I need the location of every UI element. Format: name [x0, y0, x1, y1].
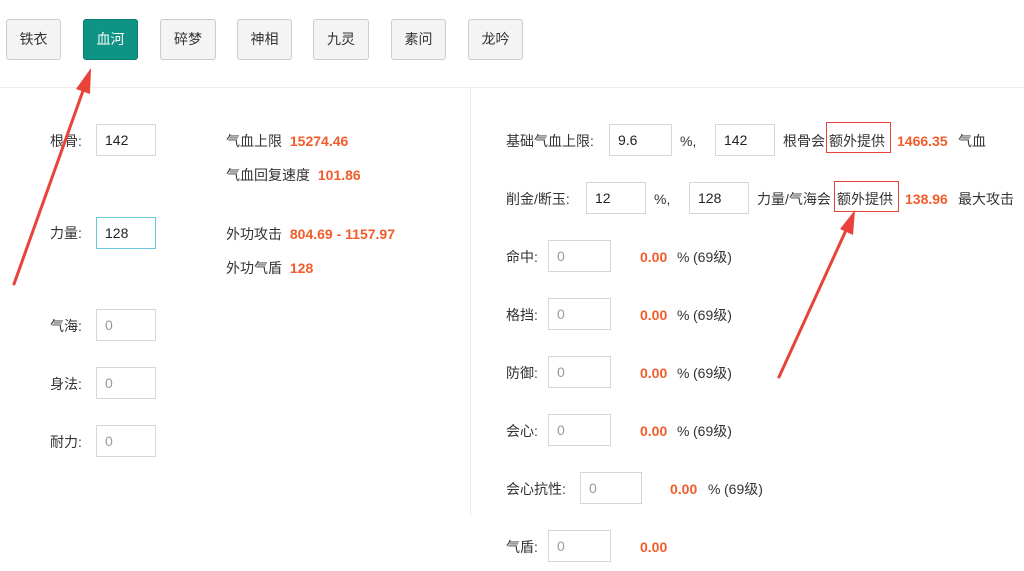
column-divider: [470, 88, 471, 516]
gedang-unit: %: [677, 307, 690, 323]
qixue-shangxian-row: 气血上限 15274.46: [226, 131, 348, 151]
huixin-label: 会心:: [506, 423, 538, 439]
mingzhong-value: 0.00: [640, 249, 668, 265]
tab-suwen[interactable]: 素问: [391, 19, 446, 60]
annotation-box-2: [834, 181, 899, 212]
huixin-level: (69级): [693, 423, 732, 439]
xuejin-duanyu-percent-input[interactable]: [586, 182, 646, 214]
waigong-gongji-value: 804.69 - 1157.97: [289, 226, 395, 242]
row2-text-before: 力量/气海会: [757, 191, 831, 207]
row2-value: 138.96: [905, 191, 948, 207]
xuejin-duanyu-liliang-input[interactable]: [689, 182, 749, 214]
qidun-label: 气盾:: [506, 539, 538, 555]
waigong-gongji-label: 外功攻击: [226, 226, 282, 242]
page: 铁衣 血河 碎梦 神相 九灵 素问 龙吟 根骨: 力量: 气海: 身法: 耐力:…: [0, 0, 1024, 571]
huixin-kangxing-level: (69级): [724, 481, 763, 497]
arrow-to-extra-box: [777, 210, 855, 379]
mingzhong-input[interactable]: [548, 240, 611, 272]
jichu-qixue-percent-input[interactable]: [609, 124, 672, 156]
waigong-qidun-row: 外功气盾 128: [226, 258, 313, 278]
qixue-huifu-label: 气血回复速度: [226, 167, 310, 183]
qixue-huifu-value: 101.86: [317, 167, 361, 183]
fangyu-value: 0.00: [640, 365, 668, 381]
gengu-input[interactable]: [96, 124, 156, 156]
gedang-level: (69级): [693, 307, 732, 323]
qixue-shangxian-value: 15274.46: [289, 133, 349, 149]
waigong-qidun-label: 外功气盾: [226, 260, 282, 276]
header-divider: [0, 87, 1024, 88]
fangyu-unit: %: [677, 365, 690, 381]
row1-value: 1466.35: [897, 133, 948, 149]
huixin-unit: %: [677, 423, 690, 439]
mingzhong-level: (69级): [693, 249, 732, 265]
liliang-label: 力量:: [50, 225, 82, 241]
fangyu-label: 防御:: [506, 365, 538, 381]
fangyu-input[interactable]: [548, 356, 611, 388]
waigong-qidun-value: 128: [289, 260, 314, 276]
jichu-qixue-label: 基础气血上限:: [506, 133, 594, 149]
gedang-input[interactable]: [548, 298, 611, 330]
qihai-label: 气海:: [50, 318, 82, 334]
gedang-value: 0.00: [640, 307, 668, 323]
huixin-value: 0.00: [640, 423, 668, 439]
shenfa-input[interactable]: [96, 367, 156, 399]
tab-xuehe[interactable]: 血河: [83, 19, 138, 60]
shenfa-label: 身法:: [50, 376, 82, 392]
jichu-qixue-unit: %,: [680, 133, 697, 149]
qihai-input[interactable]: [96, 309, 156, 341]
jichu-qixue-gengu-input[interactable]: [715, 124, 775, 156]
huixin-kangxing-input[interactable]: [580, 472, 642, 504]
fangyu-level: (69级): [693, 365, 732, 381]
qixue-huifu-row: 气血回复速度 101.86: [226, 165, 361, 185]
liliang-input[interactable]: [96, 217, 156, 249]
qidun-input[interactable]: [548, 530, 611, 562]
huixin-kangxing-label: 会心抗性:: [506, 481, 566, 497]
tab-longyin[interactable]: 龙吟: [468, 19, 523, 60]
huixin-kangxing-unit: %: [708, 481, 721, 497]
naili-label: 耐力:: [50, 434, 82, 450]
annotation-box-1: [826, 122, 891, 153]
gengu-label: 根骨:: [50, 133, 82, 149]
row1-text-before: 根骨会: [783, 133, 825, 149]
tab-jiuling[interactable]: 九灵: [313, 19, 369, 60]
huixin-input[interactable]: [548, 414, 611, 446]
qixue-shangxian-label: 气血上限: [226, 133, 282, 149]
arrow-to-active-tab: [12, 68, 91, 286]
tab-suimeng[interactable]: 碎梦: [160, 19, 216, 60]
row1-text-after: 气血: [958, 133, 986, 149]
naili-input[interactable]: [96, 425, 156, 457]
xuejin-duanyu-unit: %,: [654, 191, 671, 207]
waigong-gongji-row: 外功攻击 804.69 - 1157.97: [226, 224, 395, 244]
xuejin-duanyu-label: 削金/断玉:: [506, 191, 570, 207]
tab-shenxiang[interactable]: 神相: [237, 19, 292, 60]
row2-text-after: 最大攻击: [958, 191, 1014, 207]
qidun-value: 0.00: [640, 539, 668, 555]
mingzhong-label: 命中:: [506, 249, 538, 265]
gedang-label: 格挡:: [506, 307, 538, 323]
huixin-kangxing-value: 0.00: [670, 481, 698, 497]
tab-tieyi[interactable]: 铁衣: [6, 19, 61, 60]
mingzhong-unit: %: [677, 249, 690, 265]
